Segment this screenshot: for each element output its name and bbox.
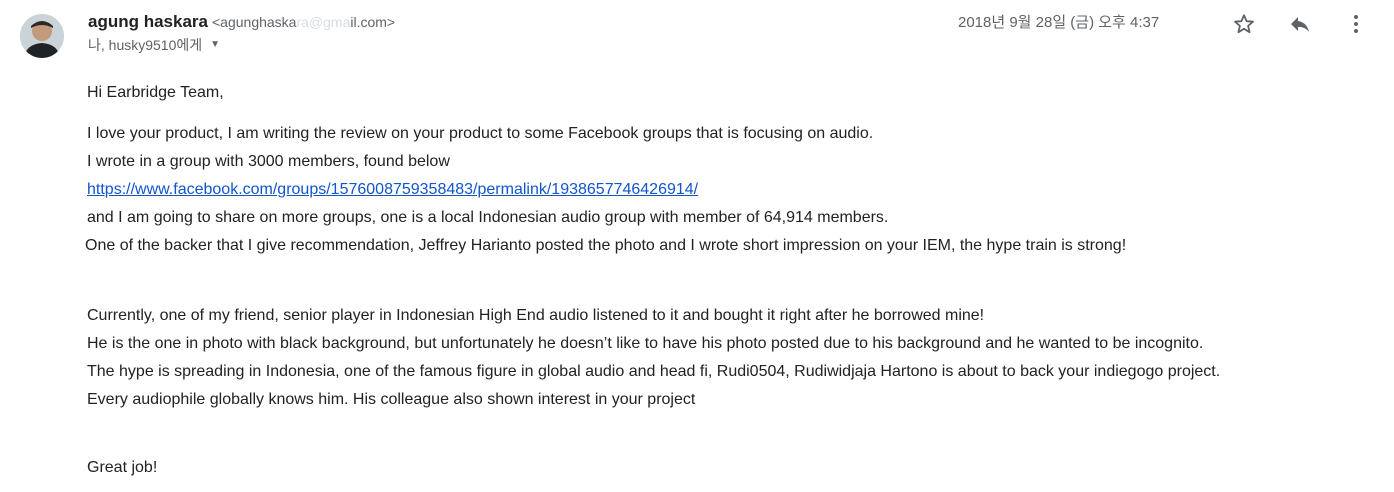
body-line: Every audiophile globally knows him. His…	[87, 391, 696, 408]
avatar-photo	[20, 14, 64, 58]
body-line: I wrote in a group with 3000 members, fo…	[87, 153, 450, 170]
sender-email: <agunghaskara@gmail.com>	[212, 14, 395, 30]
sender-line: agung haskara <agunghaskara@gmail.com>	[88, 11, 395, 33]
recipient-line: 나, husky9510에게 ▼	[88, 35, 220, 55]
body-line: Currently, one of my friend, senior play…	[87, 307, 985, 324]
reply-icon[interactable]	[1286, 10, 1314, 38]
more-vertical-icon[interactable]	[1342, 10, 1370, 38]
body-line: The hype is spreading in Indonesia, one …	[87, 363, 1221, 380]
email-body: Hi Earbridge Team, I love your product, …	[85, 79, 1387, 482]
body-line: and I am going to share on more groups, …	[87, 209, 889, 226]
chevron-down-icon[interactable]: ▼	[210, 35, 220, 55]
sender-email-start: <agunghaska	[212, 14, 297, 30]
sender-email-redacted: ra@gma	[296, 14, 351, 30]
facebook-post-link[interactable]: https://www.facebook.com/groups/15760087…	[87, 181, 698, 198]
body-line: I love your product, I am writing the re…	[87, 125, 874, 142]
recipients-label: 나, husky9510에게	[88, 37, 203, 53]
body-line: One of the backer that I give recommenda…	[85, 237, 1127, 254]
greeting: Hi Earbridge Team,	[87, 84, 224, 101]
closing: Great job!	[87, 459, 158, 476]
email-date: 2018년 9월 28일 (금) 오후 4:37	[958, 14, 1160, 31]
sender-avatar[interactable]	[20, 14, 64, 58]
sender-name[interactable]: agung haskara	[88, 12, 208, 31]
body-line: He is the one in photo with black backgr…	[87, 335, 1204, 352]
sender-email-end: il.com>	[350, 14, 396, 30]
star-icon[interactable]	[1230, 10, 1258, 38]
